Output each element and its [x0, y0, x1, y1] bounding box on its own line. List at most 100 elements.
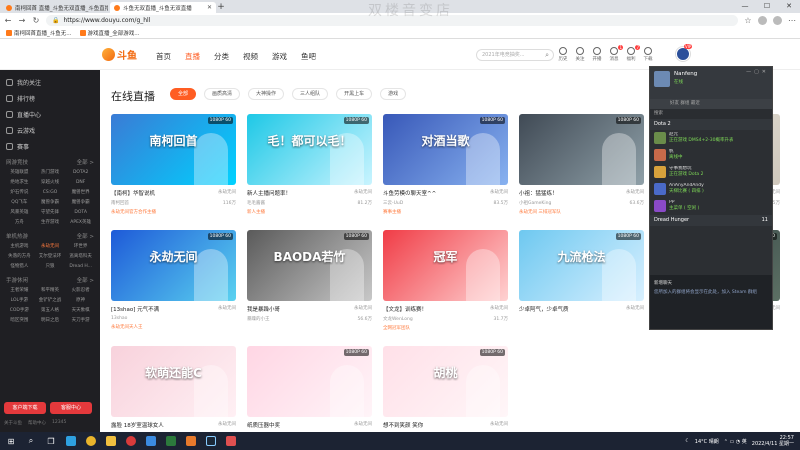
stream-category[interactable]: 永劫无间: [218, 189, 236, 197]
edge-icon[interactable]: [64, 434, 78, 448]
sidebar-item-center[interactable]: 直播中心: [0, 106, 100, 122]
app-icon[interactable]: [224, 434, 238, 448]
filter-tag[interactable]: 画质高清: [204, 88, 241, 100]
url-field[interactable]: 🔒 https://www.douyu.com/g_hll: [46, 15, 738, 26]
sidebar-category-item[interactable]: COD手游: [4, 306, 35, 316]
footer-link[interactable]: 帮助中心: [28, 420, 46, 426]
search-input[interactable]: 2021年电竞抽奖... ⌕: [476, 49, 554, 61]
filter-tag[interactable]: 大神操作: [248, 88, 285, 100]
task-view-icon[interactable]: ❐: [44, 434, 58, 448]
chat-window-controls[interactable]: —▢✕: [746, 69, 769, 75]
friend-row[interactable]: 赵元 正在游戏 DMS4+2-30概率升表: [650, 130, 772, 147]
stream-card[interactable]: 冠军 【文龙】训练赛！ 永劫无间 文龙WenLong 31.7万 全网冠军团队: [383, 230, 508, 331]
stream-card[interactable]: 1080P 60 纸质压器中奖 永劫无间: [247, 346, 372, 432]
sidebar-category-item[interactable]: Dread H...: [65, 262, 96, 272]
avatar[interactable]: [676, 47, 690, 61]
tray-icons[interactable]: ⌃ ▭ ◔ 英: [724, 438, 747, 445]
stream-title[interactable]: 【文龙】训练赛！: [383, 305, 427, 313]
sidebar-category-item[interactable]: 英雄联盟: [4, 168, 35, 178]
sidebar-category-item[interactable]: 热门游戏: [35, 168, 66, 178]
sidebar-category-item[interactable]: 天刀手游: [65, 316, 96, 326]
stream-title[interactable]: 少卓阿气，少卓气质: [519, 305, 569, 313]
sidebar-category-item[interactable]: 方舟: [4, 218, 35, 228]
section-more-link[interactable]: 全部 >: [77, 158, 94, 168]
stream-title[interactable]: 新人主播问题率！: [247, 189, 291, 197]
streamer-name[interactable]: 小祖GameKing: [519, 200, 551, 206]
stream-title[interactable]: [13shao] 元气不满: [111, 305, 159, 313]
stream-thumbnail[interactable]: 毛！都可以毛！ 1080P 60: [247, 114, 372, 185]
sidebar-category-item[interactable]: 魔兽争霸: [35, 198, 66, 208]
nav-video[interactable]: 视频: [243, 51, 258, 62]
stream-card[interactable]: 南柯回首 1080P 60 【南柯】华智说机 永劫无间 南柯回首 116万 永劫无间官方合作…: [111, 114, 236, 215]
stream-card[interactable]: 毛！都可以毛！ 1080P 60 新人主播问题率！ 永劫无间 毛毛酱酱 81.2万 新人主播: [247, 114, 372, 215]
gift-icon[interactable]: 7 福利: [624, 45, 640, 62]
app-icon[interactable]: [184, 434, 198, 448]
sidebar-category-item[interactable]: CS:GO: [35, 188, 66, 198]
streamer-name[interactable]: 暴躁的小王: [247, 316, 270, 322]
sidebar-category-item[interactable]: 魔兽世界: [65, 188, 96, 198]
friend-row[interactable]: 帆离线中: [650, 147, 772, 164]
star-icon[interactable]: ☆: [744, 16, 752, 25]
friend-group-header[interactable]: Dread Hunger 11: [650, 215, 772, 226]
section-more-link[interactable]: 全部 >: [77, 276, 94, 286]
streamer-name[interactable]: 三云-UuD: [383, 200, 403, 206]
maximize-button[interactable]: ☐: [756, 0, 778, 13]
stream-thumbnail[interactable]: BAODA若竹 1080P 60: [247, 230, 372, 301]
stream-category[interactable]: 永劫无间: [490, 305, 508, 313]
streamer-name[interactable]: 文龙WenLong: [383, 316, 413, 322]
message-icon[interactable]: 1 消息: [607, 45, 623, 62]
sidebar-category-item[interactable]: 王者荣耀: [4, 286, 35, 296]
sidebar-item-follow[interactable]: 我的关注: [0, 74, 100, 90]
stream-thumbnail[interactable]: 软萌还能C: [111, 346, 236, 417]
profile-icon[interactable]: [773, 16, 782, 25]
sidebar-category-item[interactable]: 绝地求生: [4, 178, 35, 188]
weather-icon[interactable]: ☾: [685, 438, 689, 444]
clock[interactable]: 22:57 2022/4/11 星期一: [752, 435, 794, 447]
sidebar-category-item[interactable]: 炉石传说: [4, 188, 35, 198]
filter-tag[interactable]: 开黑上车: [336, 88, 373, 100]
friend-row[interactable]: PP 主菜单 ( 空闲 ): [650, 198, 772, 215]
stream-title[interactable]: 斗鱼劳模の聊天室^^: [383, 189, 436, 197]
stream-thumbnail[interactable]: 南柯回首 1080P 60: [111, 114, 236, 185]
sidebar-category-item[interactable]: APEX英雄: [65, 218, 96, 228]
sidebar-category-item[interactable]: QQ飞车: [4, 198, 35, 208]
app-icon[interactable]: [124, 434, 138, 448]
back-icon[interactable]: ←: [4, 16, 12, 25]
sidebar-category-item[interactable]: 守望先锋: [35, 208, 66, 218]
sidebar-category-item[interactable]: 和平精英: [35, 286, 66, 296]
streamer-name[interactable]: 毛毛酱酱: [247, 200, 265, 206]
app-icon[interactable]: [144, 434, 158, 448]
stream-thumbnail[interactable]: 对酒当歌 1080P 60: [383, 114, 508, 185]
sidebar-category-item[interactable]: 怪物猎人: [4, 262, 35, 272]
filter-tag[interactable]: 三人组队: [292, 88, 329, 100]
sidebar-category-item[interactable]: DNF: [65, 178, 96, 188]
stream-card[interactable]: 九流枪法 1080P 60 少卓阿气，少卓气质 永劫无间: [519, 230, 644, 316]
download-icon[interactable]: 下载: [641, 47, 655, 62]
sidebar-category-item[interactable]: 环世界: [65, 242, 96, 252]
sidebar-category-item[interactable]: 生存游戏: [35, 218, 66, 228]
sidebar-category-item[interactable]: 只狼: [35, 262, 66, 272]
sidebar-category-item[interactable]: 暗区突围: [4, 316, 35, 326]
sidebar-category-item[interactable]: 永劫无间: [35, 242, 66, 252]
stream-card[interactable]: 胡桃 1080P 60 想不到笑颜 笑你 永劫无间: [383, 346, 508, 432]
browser-tab-active[interactable]: 斗鱼无双直播_斗鱼无双直播 ✕: [110, 2, 216, 13]
chat-search[interactable]: 搜索: [650, 109, 772, 119]
stream-title[interactable]: 【南柯】华智说机: [111, 189, 155, 197]
sidebar-category-item[interactable]: 金铲铲之战: [35, 296, 66, 306]
stream-thumbnail[interactable]: 1080P 60: [519, 114, 644, 185]
streamer-name[interactable]: 南柯回首: [111, 200, 129, 206]
sidebar-category-item[interactable]: 风暴英雄: [4, 208, 35, 218]
steam-icon[interactable]: [204, 434, 218, 448]
footer-link[interactable]: 关于斗鱼: [4, 420, 22, 426]
nav-game[interactable]: 游戏: [272, 51, 287, 62]
sidebar-category-item[interactable]: 艾尔登法环: [35, 252, 66, 262]
stream-category[interactable]: 永劫无间: [354, 421, 372, 429]
close-icon[interactable]: ✕: [207, 4, 212, 11]
sidebar-category-item[interactable]: 原神: [65, 296, 96, 306]
stream-category[interactable]: 永劫无间: [626, 305, 644, 313]
sidebar-category-item[interactable]: 火影忍者: [65, 286, 96, 296]
stream-card[interactable]: 1080P 60 小祖：猛猛练！ 永劫无间 小祖GameKing 63.6万 永劫无间 三…: [519, 114, 644, 215]
extension-icon[interactable]: [758, 16, 767, 25]
stream-thumbnail[interactable]: 胡桃 1080P 60: [383, 346, 508, 417]
sidebar-category-item[interactable]: 失落的方舟: [4, 252, 35, 262]
